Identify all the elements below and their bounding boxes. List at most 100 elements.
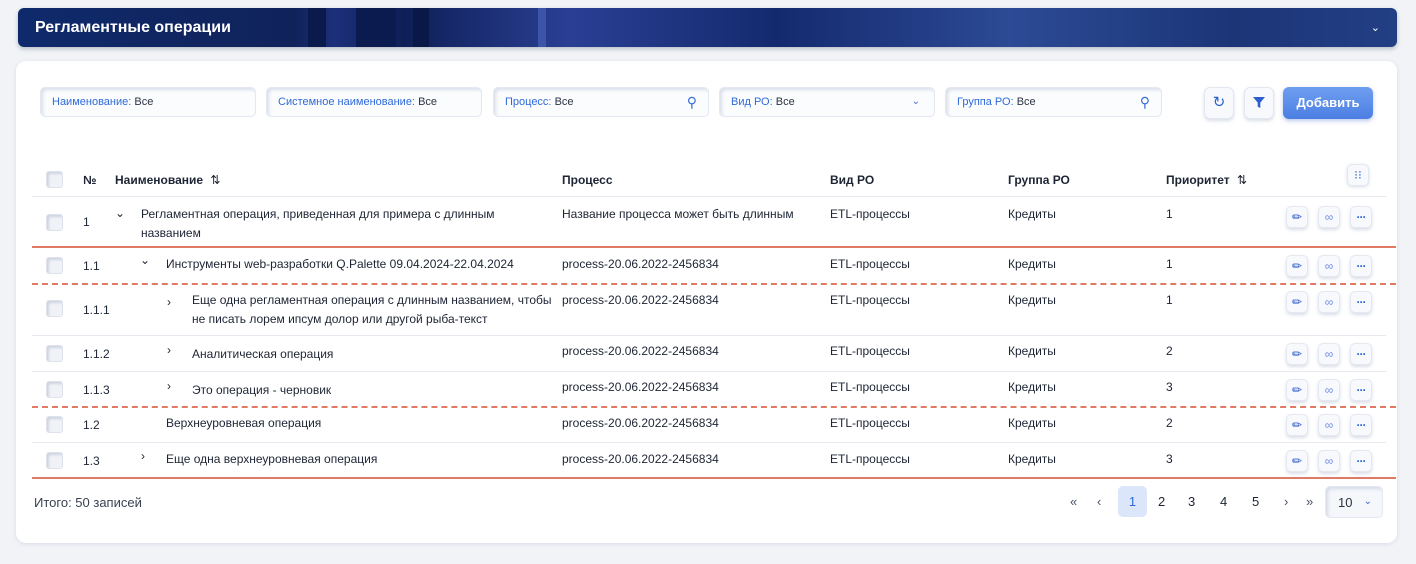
page-size-value: 10 — [1338, 495, 1353, 510]
edit-button[interactable]: ✏ — [1286, 379, 1308, 401]
more-button[interactable]: ··· — [1350, 450, 1372, 472]
chevron-right-icon[interactable]: › — [167, 379, 171, 393]
search-icon[interactable]: ⚲ — [1140, 94, 1150, 111]
more-icon: ··· — [1356, 454, 1367, 468]
sort-icon[interactable]: ⇅ — [1237, 173, 1247, 187]
filter-process[interactable]: Процесс: Все ⚲ — [493, 87, 709, 117]
row-num: 1 — [83, 215, 90, 229]
row-checkbox[interactable] — [46, 300, 63, 317]
row-checkbox[interactable] — [46, 416, 63, 433]
header-decoration — [413, 8, 429, 47]
link-button[interactable]: ∞ — [1318, 343, 1340, 365]
table-row[interactable]: 1.1.1 › Еще одна регламентная операция с… — [16, 285, 1397, 335]
page-title: Регламентные операции — [35, 19, 231, 36]
page-button[interactable]: 3 — [1188, 494, 1195, 509]
link-icon: ∞ — [1324, 259, 1334, 273]
filter-label: Вид РО: — [731, 96, 773, 108]
chevron-right-icon[interactable]: › — [141, 449, 145, 463]
link-icon: ∞ — [1324, 418, 1334, 432]
column-settings-button[interactable]: ⁝⁝ — [1347, 164, 1369, 186]
row-num: 1.1.1 — [83, 303, 110, 317]
table-row[interactable]: 1.1.2 › Аналитическая операция process-2… — [16, 336, 1397, 371]
row-checkbox[interactable] — [46, 257, 63, 274]
row-name: Аналитическая операция — [192, 347, 334, 361]
page-size-select[interactable]: 10 ⌄ — [1325, 486, 1383, 518]
link-icon: ∞ — [1324, 454, 1334, 468]
row-type: ETL-процессы — [830, 416, 910, 430]
link-button[interactable]: ∞ — [1318, 206, 1340, 228]
column-name[interactable]: Наименование ⇅ — [115, 173, 220, 187]
more-button[interactable]: ··· — [1350, 414, 1372, 436]
section-header[interactable]: Регламентные операции ⌄ — [18, 8, 1397, 47]
edit-button[interactable]: ✏ — [1286, 450, 1308, 472]
table-row[interactable]: 1.1 ⌄ Инструменты web-разработки Q.Palet… — [16, 248, 1397, 283]
filter-name[interactable]: Наименование: Все — [40, 87, 256, 117]
table-row[interactable]: 1.3 › Еще одна верхнеуровневая операция … — [16, 443, 1397, 477]
chevron-right-icon[interactable]: › — [167, 343, 171, 357]
table-row[interactable]: 1.2 Верхнеуровневая операция process-20.… — [16, 408, 1397, 442]
refresh-button[interactable]: ↻ — [1204, 87, 1234, 119]
row-checkbox[interactable] — [46, 345, 63, 362]
edit-button[interactable]: ✏ — [1286, 291, 1308, 313]
search-icon[interactable]: ⚲ — [687, 94, 697, 111]
link-button[interactable]: ∞ — [1318, 379, 1340, 401]
chevron-down-icon[interactable]: ⌄ — [912, 96, 920, 107]
row-priority: 3 — [1166, 380, 1173, 394]
add-button[interactable]: Добавить — [1283, 87, 1373, 119]
filter-label: Системное наименование: — [278, 96, 415, 108]
first-page-button[interactable]: « — [1070, 494, 1077, 509]
chevron-down-icon[interactable]: ⌄ — [115, 206, 125, 220]
filter-value: Все — [418, 96, 438, 108]
link-button[interactable]: ∞ — [1318, 414, 1340, 436]
column-group: Группа РО — [1008, 173, 1070, 187]
column-name-label: Наименование — [115, 173, 204, 187]
chevron-down-icon[interactable]: ⌄ — [140, 253, 150, 267]
chevron-right-icon[interactable]: › — [167, 295, 171, 309]
more-button[interactable]: ··· — [1350, 255, 1372, 277]
next-page-button[interactable]: › — [1284, 494, 1288, 509]
row-checkbox[interactable] — [46, 452, 63, 469]
row-process: Название процесса может быть длинным — [562, 207, 794, 221]
last-page-button[interactable]: » — [1306, 494, 1313, 509]
row-priority: 1 — [1166, 257, 1173, 271]
row-checkbox[interactable] — [46, 381, 63, 398]
link-button[interactable]: ∞ — [1318, 450, 1340, 472]
edit-button[interactable]: ✏ — [1286, 206, 1308, 228]
more-button[interactable]: ··· — [1350, 343, 1372, 365]
page-button-current[interactable]: 1 — [1118, 486, 1147, 517]
page-button[interactable]: 2 — [1158, 494, 1165, 509]
table-row[interactable]: 1 ⌄ Регламентная операция, приведенная д… — [16, 197, 1397, 246]
row-process: process-20.06.2022-2456834 — [562, 380, 719, 394]
table-header: № Наименование ⇅ Процесс Вид РО Группа Р… — [16, 163, 1397, 197]
page-button[interactable]: 4 — [1220, 494, 1227, 509]
filter-op-group[interactable]: Группа РО: Все ⚲ — [945, 87, 1162, 117]
columns-settings-icon: ⁝⁝ — [1354, 168, 1362, 182]
header-decoration — [356, 8, 396, 47]
column-num: № — [83, 173, 97, 187]
edit-button[interactable]: ✏ — [1286, 343, 1308, 365]
chevron-down-icon: ⌄ — [1363, 496, 1372, 507]
select-all-checkbox[interactable] — [46, 171, 63, 188]
filter-system-name[interactable]: Системное наименование: Все — [266, 87, 482, 117]
chevron-down-icon[interactable]: ⌄ — [1371, 21, 1380, 34]
filter-button[interactable] — [1244, 87, 1274, 119]
edit-button[interactable]: ✏ — [1286, 414, 1308, 436]
table-row[interactable]: 1.1.3 › Это операция - черновик process-… — [16, 372, 1397, 406]
row-checkbox[interactable] — [46, 214, 63, 231]
link-button[interactable]: ∞ — [1318, 291, 1340, 313]
row-name: Это операция - черновик — [192, 383, 332, 397]
row-name: Инструменты web-разработки Q.Palette 09.… — [166, 257, 514, 271]
funnel-icon — [1253, 97, 1265, 108]
link-button[interactable]: ∞ — [1318, 255, 1340, 277]
more-button[interactable]: ··· — [1350, 206, 1372, 228]
prev-page-button[interactable]: ‹ — [1097, 494, 1101, 509]
column-priority[interactable]: Приоритет ⇅ — [1166, 173, 1247, 187]
page-button[interactable]: 5 — [1252, 494, 1259, 509]
edit-button[interactable]: ✏ — [1286, 255, 1308, 277]
pencil-icon: ✏ — [1291, 418, 1303, 432]
filter-op-type[interactable]: Вид РО: Все ⌄ — [719, 87, 935, 117]
more-button[interactable]: ··· — [1350, 291, 1372, 313]
row-num: 1.3 — [83, 454, 100, 468]
sort-icon[interactable]: ⇅ — [210, 173, 220, 187]
more-button[interactable]: ··· — [1350, 379, 1372, 401]
